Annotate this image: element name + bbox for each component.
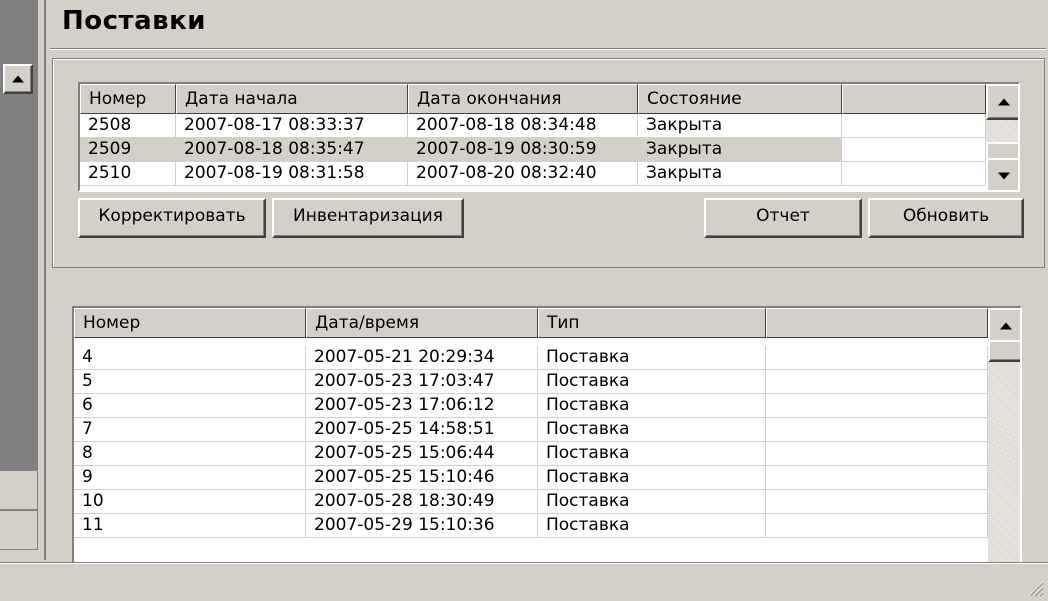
cell-number: 11 [74,514,306,538]
cell-datetime: 2007-05-21 20:29:34 [306,346,538,370]
cell-number: 6 [74,394,306,418]
cell-datetime: 2007-05-23 17:06:12 [306,394,538,418]
cell-number: 8 [74,442,306,466]
left-scroll-up-button[interactable] [3,64,33,94]
status-bar [0,562,1048,601]
cell-datetime: 2007-05-29 15:10:36 [306,514,538,538]
cell-empty [766,394,988,418]
cell-type: Поставка [538,394,766,418]
cell-type: Поставка [538,490,766,514]
cell-type: Поставка [538,370,766,394]
table-row[interactable]: 10 2007-05-28 18:30:49 Поставка [74,490,988,514]
table-row[interactable]: 11 2007-05-29 15:10:36 Поставка [74,514,988,538]
cell-type: Поставка [538,418,766,442]
inventory-button[interactable]: Инвентаризация [272,198,464,238]
cell-number: 10 [74,490,306,514]
splitter-line [44,0,46,560]
column-header-start-date[interactable]: Дата начала [176,84,408,114]
table-row[interactable]: 6 2007-05-23 17:06:12 Поставка [74,394,988,418]
cell-empty [842,162,986,186]
column-header-type[interactable]: Тип [538,308,766,338]
cell-number: 2510 [80,162,176,186]
column-header-number[interactable]: Номер [80,84,176,114]
documents-grid[interactable]: Номер Дата/время Тип 4 2007-05-21 20:29:… [72,306,1022,566]
cell-start-date: 2007-08-18 08:35:47 [176,138,408,162]
cell-state: Закрыта [638,114,842,138]
cell-start-date: 2007-08-19 08:31:58 [176,162,408,186]
refresh-button[interactable]: Обновить [868,198,1024,238]
cell-type: Поставка [538,442,766,466]
column-header-datetime[interactable]: Дата/время [306,308,538,338]
table-row[interactable]: 4 2007-05-21 20:29:34 Поставка [74,346,988,370]
table-row[interactable]: 5 2007-05-23 17:03:47 Поставка [74,370,988,394]
cell-number: 5 [74,370,306,394]
page-title: Поставки [62,6,206,36]
cell-state: Закрыта [638,138,842,162]
table-row[interactable]: 7 2007-05-25 14:58:51 Поставка [74,418,988,442]
cell-start-date: 2007-08-17 08:33:37 [176,114,408,138]
cell-datetime: 2007-05-23 17:03:47 [306,370,538,394]
cell-end-date: 2007-08-19 08:30:59 [408,138,638,162]
cell-datetime: 2007-05-25 14:58:51 [306,418,538,442]
cell-number: 2509 [80,138,176,162]
table-row[interactable]: 8 2007-05-25 15:06:44 Поставка [74,442,988,466]
cell-empty [842,138,986,162]
cell-datetime: 2007-05-25 15:10:46 [306,466,538,490]
cell-empty [766,346,988,370]
left-panel-cell[interactable] [0,510,38,550]
scroll-thumb[interactable] [988,340,1020,362]
cell-number: 4 [74,346,306,370]
scroll-up-button[interactable] [988,308,1020,344]
table-row-selected[interactable]: 2509 2007-08-18 08:35:47 2007-08-19 08:3… [80,138,986,162]
cell-end-date: 2007-08-18 08:34:48 [408,114,638,138]
supplies-grid[interactable]: Номер Дата начала Дата окончания Состоян… [78,82,1020,192]
cell-number: 9 [74,466,306,490]
size-grip-icon[interactable] [1024,577,1044,597]
cell-number: 7 [74,418,306,442]
scroll-down-button[interactable] [986,158,1018,190]
cell-empty [766,466,988,490]
cell-empty [766,370,988,394]
report-button[interactable]: Отчет [704,198,862,238]
cell-number: 2508 [80,114,176,138]
table-row[interactable]: 2510 2007-08-19 08:31:58 2007-08-20 08:3… [80,162,986,186]
column-header-state[interactable]: Состояние [638,84,842,114]
title-divider [50,48,1046,50]
scroll-down-arrow-icon [998,172,1010,180]
table-row[interactable]: 9 2007-05-25 15:10:46 Поставка [74,466,988,490]
left-panel-cell[interactable] [0,470,38,510]
edit-button[interactable]: Корректировать [78,198,266,238]
column-header-end-date[interactable]: Дата окончания [408,84,638,114]
cell-type: Поставка [538,346,766,370]
scroll-up-arrow-icon [998,98,1010,106]
cell-datetime: 2007-05-25 15:06:44 [306,442,538,466]
scroll-up-arrow-icon [1000,322,1012,330]
cell-empty [766,514,988,538]
cell-empty [766,490,988,514]
cell-end-date: 2007-08-20 08:32:40 [408,162,638,186]
cell-empty [842,114,986,138]
column-header-number[interactable]: Номер [74,308,306,338]
cell-type: Поставка [538,466,766,490]
scroll-up-button[interactable] [986,84,1018,120]
vertical-scrollbar[interactable] [988,308,1020,564]
cell-state: Закрыта [638,162,842,186]
cell-empty [766,418,988,442]
vertical-scrollbar[interactable] [986,84,1018,190]
cell-empty [766,442,988,466]
column-header-empty[interactable] [842,84,986,114]
table-row[interactable]: 2508 2007-08-17 08:33:37 2007-08-18 08:3… [80,114,986,138]
scroll-up-arrow-icon [12,75,24,83]
column-header-empty[interactable] [766,308,988,338]
cell-datetime: 2007-05-28 18:30:49 [306,490,538,514]
cell-type: Поставка [538,514,766,538]
